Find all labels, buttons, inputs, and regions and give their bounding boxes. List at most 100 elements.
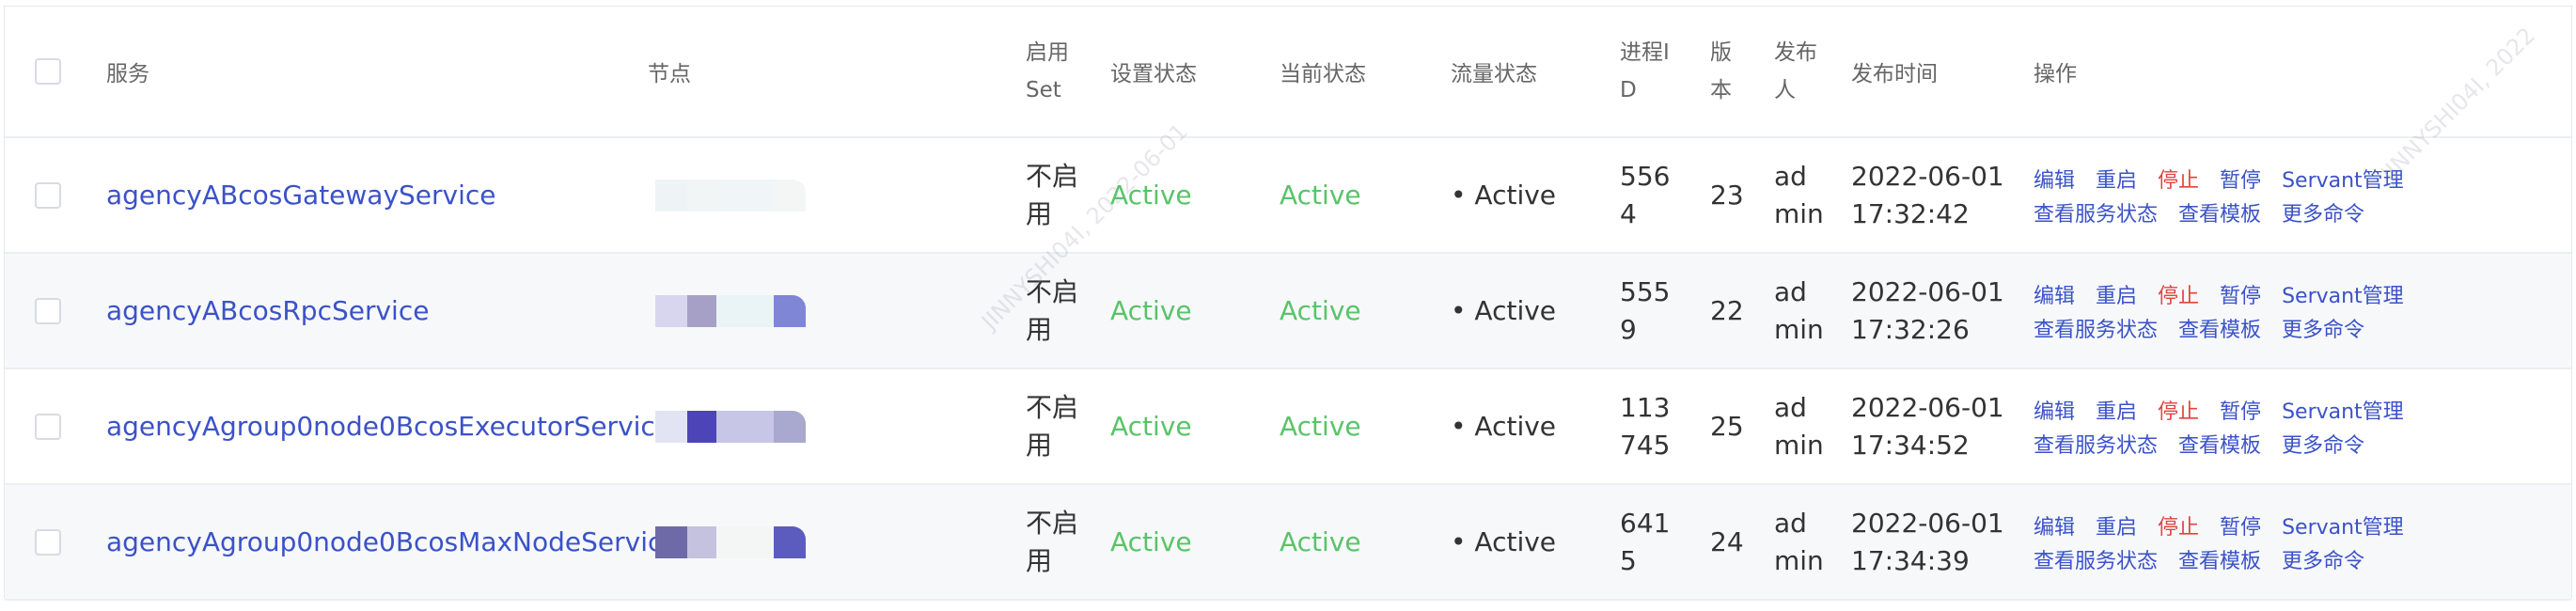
row-select-cell[interactable] bbox=[35, 254, 61, 368]
pid-cell: 113 745 bbox=[1620, 369, 1670, 483]
setting-state-value: Active bbox=[1110, 411, 1192, 442]
enable-set-line1: 不启 bbox=[1026, 275, 1079, 307]
node-redacted-blocks bbox=[655, 410, 806, 443]
table-row[interactable]: agencyABcosRpcService 不启 用 Active Active… bbox=[5, 254, 2571, 369]
view-template-button[interactable]: 查看模板 bbox=[2178, 544, 2261, 574]
view-status-button[interactable]: 查看服务状态 bbox=[2034, 197, 2158, 227]
publish-date: 2022-06-01 bbox=[1851, 160, 2004, 192]
publisher-line2: min bbox=[1774, 197, 1824, 229]
row-select-cell[interactable] bbox=[35, 369, 61, 483]
operations-line-2: 查看服务状态 查看模板 更多命令 bbox=[2034, 197, 2364, 227]
node-block bbox=[655, 294, 687, 327]
edit-button[interactable]: 编辑 bbox=[2034, 279, 2075, 309]
header-setting-state: 设置状态 bbox=[1110, 62, 1197, 86]
servant-manage-button[interactable]: Servant管理 bbox=[2282, 164, 2404, 194]
view-template-button[interactable]: 查看模板 bbox=[2178, 429, 2261, 459]
publish-time-cell: 2022-06-01 17:32:26 bbox=[1851, 254, 2004, 368]
stop-button[interactable]: 停止 bbox=[2158, 279, 2199, 309]
traffic-state-value: • Active bbox=[1451, 295, 1557, 326]
operations-cell: 编辑 重启 停止 暂停 Servant管理 查看服务状态 查看模板 更多命令 bbox=[2034, 254, 2404, 368]
service-name-link[interactable]: agencyAgroup0node0BcosExecutorService bbox=[106, 369, 671, 483]
stop-button[interactable]: 停止 bbox=[2158, 510, 2199, 540]
pause-button[interactable]: 暂停 bbox=[2220, 164, 2261, 194]
view-status-button[interactable]: 查看服务状态 bbox=[2034, 544, 2158, 574]
service-name-link[interactable]: agencyABcosRpcService bbox=[106, 254, 429, 368]
restart-button[interactable]: 重启 bbox=[2096, 164, 2137, 194]
edit-button[interactable]: 编辑 bbox=[2034, 395, 2075, 425]
operations-line-1: 编辑 重启 停止 暂停 Servant管理 bbox=[2034, 279, 2404, 309]
enable-set-cell: 不启 用 bbox=[1026, 485, 1078, 599]
table-header: 服务 节点 启用 Set 设置状态 当前状态 流量状态 进程I D 版 本 发布… bbox=[5, 7, 2571, 138]
traffic-state-value: • Active bbox=[1451, 180, 1557, 211]
version-value: 24 bbox=[1710, 526, 1744, 557]
service-name-link[interactable]: agencyABcosGatewayService bbox=[106, 138, 496, 252]
traffic-state-value: • Active bbox=[1451, 411, 1557, 442]
servant-manage-button[interactable]: Servant管理 bbox=[2282, 510, 2404, 540]
current-state-value: Active bbox=[1280, 411, 1361, 442]
node-block bbox=[687, 410, 716, 443]
operations-line-2: 查看服务状态 查看模板 更多命令 bbox=[2034, 429, 2364, 459]
publisher-cell: ad min bbox=[1774, 485, 1824, 599]
pid-line2: 745 bbox=[1620, 429, 1671, 461]
pause-button[interactable]: 暂停 bbox=[2220, 279, 2261, 309]
pause-button[interactable]: 暂停 bbox=[2220, 510, 2261, 540]
node-block bbox=[773, 525, 806, 558]
node-block bbox=[715, 525, 774, 558]
row-select-cell[interactable] bbox=[35, 485, 61, 599]
view-status-button[interactable]: 查看服务状态 bbox=[2034, 429, 2158, 459]
publisher-line1: ad bbox=[1774, 507, 1807, 539]
row-select-cell[interactable] bbox=[35, 138, 61, 252]
publisher-line1: ad bbox=[1774, 275, 1807, 307]
pid-cell: 641 5 bbox=[1620, 485, 1670, 599]
row-checkbox[interactable] bbox=[35, 297, 61, 324]
stop-button[interactable]: 停止 bbox=[2158, 395, 2199, 425]
restart-button[interactable]: 重启 bbox=[2096, 395, 2137, 425]
restart-button[interactable]: 重启 bbox=[2096, 510, 2137, 540]
version-value: 22 bbox=[1710, 295, 1744, 326]
row-checkbox[interactable] bbox=[35, 528, 61, 556]
node-redacted-blocks bbox=[655, 294, 806, 327]
enable-set-cell: 不启 用 bbox=[1026, 254, 1078, 368]
table-row[interactable]: agencyABcosGatewayService 不启 用 Active Ac… bbox=[5, 138, 2571, 254]
node-cell bbox=[655, 254, 806, 368]
pause-button[interactable]: 暂停 bbox=[2220, 395, 2261, 425]
header-operations: 操作 bbox=[2034, 62, 2077, 86]
view-status-button[interactable]: 查看服务状态 bbox=[2034, 313, 2158, 343]
more-commands-button[interactable]: 更多命令 bbox=[2282, 313, 2364, 343]
pid-line1: 556 bbox=[1620, 160, 1671, 192]
publish-date: 2022-06-01 bbox=[1851, 507, 2004, 539]
publish-date: 2022-06-01 bbox=[1851, 391, 2004, 423]
setting-state-value: Active bbox=[1110, 526, 1192, 557]
row-checkbox[interactable] bbox=[35, 413, 61, 440]
service-table: 服务 节点 启用 Set 设置状态 当前状态 流量状态 进程I D 版 本 发布… bbox=[4, 6, 2572, 601]
enable-set-line1: 不启 bbox=[1026, 160, 1079, 192]
header-node: 节点 bbox=[648, 62, 691, 86]
traffic-state-value: • Active bbox=[1451, 526, 1557, 557]
more-commands-button[interactable]: 更多命令 bbox=[2282, 544, 2364, 574]
node-block bbox=[715, 179, 774, 212]
select-all-cell[interactable] bbox=[35, 7, 61, 136]
view-template-button[interactable]: 查看模板 bbox=[2178, 313, 2261, 343]
table-row[interactable]: agencyAgroup0node0BcosMaxNodeService 不启 … bbox=[5, 485, 2571, 601]
operations-line-2: 查看服务状态 查看模板 更多命令 bbox=[2034, 313, 2364, 343]
restart-button[interactable]: 重启 bbox=[2096, 279, 2137, 309]
view-template-button[interactable]: 查看模板 bbox=[2178, 197, 2261, 227]
setting-state-value: Active bbox=[1110, 295, 1192, 326]
operations-cell: 编辑 重启 停止 暂停 Servant管理 查看服务状态 查看模板 更多命令 bbox=[2034, 485, 2404, 599]
enable-set-line2: 用 bbox=[1026, 313, 1053, 345]
edit-button[interactable]: 编辑 bbox=[2034, 164, 2075, 194]
service-name-link[interactable]: agencyAgroup0node0BcosMaxNodeService bbox=[106, 485, 679, 599]
more-commands-button[interactable]: 更多命令 bbox=[2282, 429, 2364, 459]
row-checkbox[interactable] bbox=[35, 181, 61, 209]
servant-manage-button[interactable]: Servant管理 bbox=[2282, 279, 2404, 309]
servant-manage-button[interactable]: Servant管理 bbox=[2282, 395, 2404, 425]
publish-time: 17:34:39 bbox=[1851, 544, 1970, 576]
stop-button[interactable]: 停止 bbox=[2158, 164, 2199, 194]
table-row[interactable]: agencyAgroup0node0BcosExecutorService 不启… bbox=[5, 369, 2571, 485]
edit-button[interactable]: 编辑 bbox=[2034, 510, 2075, 540]
select-all-checkbox[interactable] bbox=[35, 58, 61, 85]
current-state-value: Active bbox=[1280, 180, 1361, 211]
header-enable-set-line2: Set bbox=[1026, 78, 1061, 102]
more-commands-button[interactable]: 更多命令 bbox=[2282, 197, 2364, 227]
node-block bbox=[773, 294, 806, 327]
